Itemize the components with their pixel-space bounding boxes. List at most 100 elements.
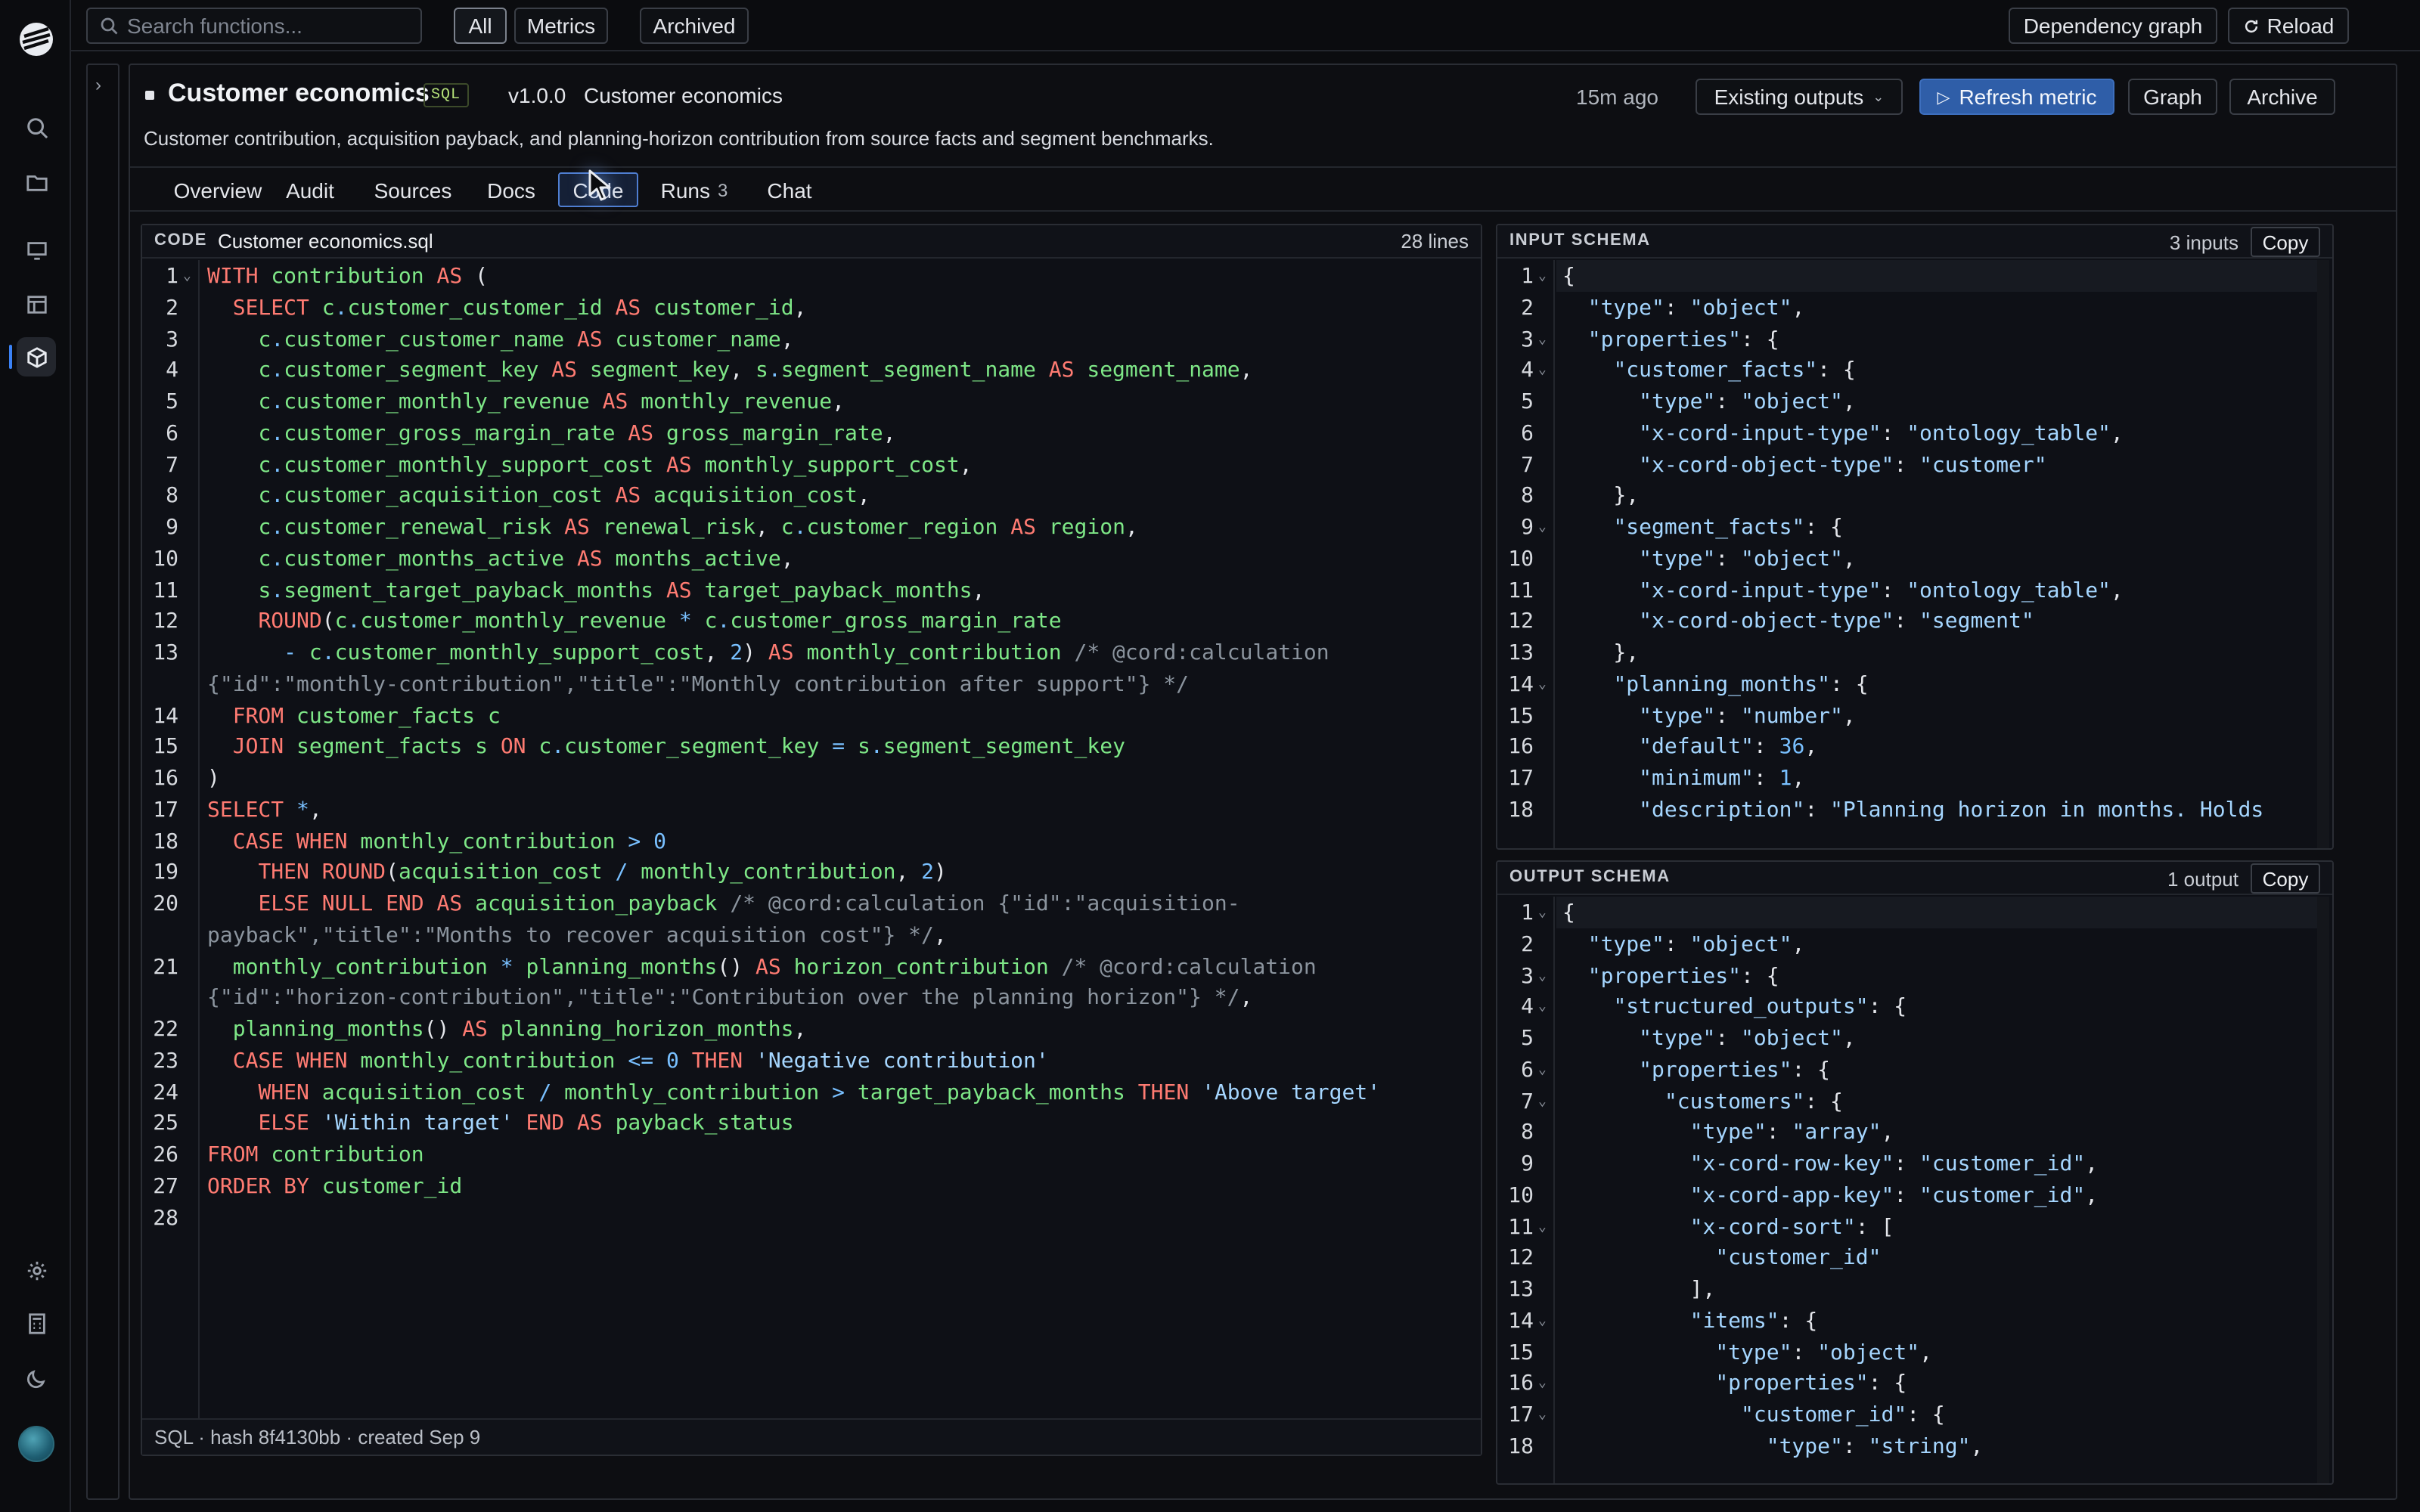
active-indicator <box>9 345 12 369</box>
line-number: 7 <box>1521 1089 1534 1114</box>
left-rail <box>0 0 71 1512</box>
line-number: 9 <box>1521 1152 1534 1176</box>
line-number: 1 <box>1521 265 1534 289</box>
code-line: "type": "object", <box>1587 932 1805 957</box>
fold-chevron-icon[interactable]: ⌄ <box>1538 1219 1547 1235</box>
fold-chevron-icon[interactable]: ⌄ <box>1538 1094 1547 1109</box>
code-label: CODE <box>154 231 207 249</box>
updated-time: 15m ago <box>1576 85 1658 109</box>
code-line: WHEN acquisition_cost / monthly_contribu… <box>258 1080 1381 1105</box>
layout-icon[interactable] <box>18 286 54 322</box>
fold-chevron-icon[interactable]: ⌄ <box>1538 269 1547 284</box>
output-schema-label: OUTPUT SCHEMA <box>1509 868 1671 886</box>
code-line: THEN ROUND(acquisition_cost / monthly_co… <box>258 860 947 885</box>
fold-chevron-icon[interactable]: ⌄ <box>1538 364 1547 379</box>
code-line: "x-cord-input-type": "ontology_table", <box>1639 421 2124 446</box>
refresh-label: Refresh metric <box>1959 85 2097 109</box>
input-schema-panel: INPUT SCHEMA 3 inputs Copy 1 ⌄ {2 "type": … <box>1496 224 2334 850</box>
fold-chevron-icon[interactable]: ⌄ <box>183 269 191 284</box>
fold-chevron-icon[interactable]: ⌄ <box>1538 906 1547 921</box>
line-number: 8 <box>1521 484 1534 509</box>
tab-docs[interactable]: Docs <box>479 172 543 207</box>
line-number: 13 <box>1508 641 1534 665</box>
moon-icon[interactable] <box>18 1359 54 1396</box>
line-number: 6 <box>1521 421 1534 446</box>
code-line: "type": "object", <box>1715 1340 1932 1365</box>
refresh-metric-button[interactable]: ▷ Refresh metric <box>1919 79 2114 115</box>
code-line: "segment_facts": { <box>1613 516 1843 540</box>
description: Customer contribution, acquisition payba… <box>144 127 1214 150</box>
code-line: "type": "number", <box>1639 704 1856 728</box>
code-editor: CODE Customer economics.sql 28 lines 1 ⌄ W… <box>141 224 1482 1456</box>
monitor-icon[interactable] <box>18 231 54 268</box>
avatar[interactable] <box>18 1426 54 1462</box>
line-number: 27 <box>153 1174 178 1199</box>
code-line: monthly_contribution * planning_months()… <box>232 955 1317 979</box>
dependency-graph-button[interactable]: Dependency graph <box>2009 8 2217 44</box>
search-box[interactable] <box>86 8 422 44</box>
search-icon[interactable] <box>18 109 54 145</box>
filter-all[interactable]: All <box>454 8 507 44</box>
fold-chevron-icon[interactable]: ⌄ <box>1538 520 1547 535</box>
tab-overview[interactable]: Overview <box>148 172 287 207</box>
tab-chat[interactable]: Chat <box>762 172 817 207</box>
code-line: c.customer_months_active AS months_activ… <box>258 547 794 572</box>
line-number: 15 <box>153 735 178 760</box>
output-scrollbar[interactable] <box>2317 897 2329 1483</box>
line-number: 15 <box>1508 704 1534 728</box>
code-line: "description": "Planning horizon in mont… <box>1639 798 2264 823</box>
settings-icon[interactable] <box>18 1252 54 1288</box>
code-line: "structured_outputs": { <box>1613 995 1907 1020</box>
code-line: "properties": { <box>1639 1058 1831 1083</box>
search-input[interactable] <box>127 14 399 38</box>
tab-runs-label: Runs <box>660 178 710 202</box>
line-number: 1 <box>1521 901 1534 925</box>
filter-metrics[interactable]: Metrics <box>514 8 608 44</box>
tab-runs[interactable]: Runs 3 <box>658 172 731 207</box>
logo-icon[interactable] <box>15 18 57 60</box>
cube-icon[interactable] <box>17 337 56 376</box>
tab-audit[interactable]: Audit <box>277 172 343 207</box>
fold-chevron-icon[interactable]: ⌄ <box>1538 1000 1547 1015</box>
existing-outputs-dropdown[interactable]: Existing outputs ⌄ <box>1696 79 1903 115</box>
line-number: 14 <box>1508 672 1534 697</box>
code-line: "minimum": 1, <box>1639 767 1805 791</box>
graph-button[interactable]: Graph <box>2128 79 2217 115</box>
code-line: "type": "object", <box>1639 547 1856 572</box>
code-line: { <box>1562 901 1575 925</box>
fold-chevron-icon[interactable]: ⌄ <box>1538 1314 1547 1329</box>
code-line: c.customer_monthly_revenue AS monthly_re… <box>258 390 845 414</box>
page-title: Customer economics <box>168 79 430 107</box>
line-number: 18 <box>1508 1434 1534 1459</box>
fold-chevron-icon[interactable]: ⌄ <box>1538 677 1547 692</box>
fold-chevron-icon[interactable]: ⌄ <box>1538 1408 1547 1423</box>
archive-button[interactable]: Archive <box>2229 79 2335 115</box>
function-header: Customer economics SQL v1.0.0 Customer e… <box>130 65 2396 168</box>
fold-chevron-icon[interactable]: ⌄ <box>1538 1377 1547 1392</box>
existing-outputs-label: Existing outputs <box>1714 85 1864 109</box>
folder-icon[interactable] <box>18 163 54 200</box>
mouse-cursor-icon <box>588 169 611 201</box>
code-line: ELSE 'Within target' END AS payback_stat… <box>258 1111 794 1136</box>
filter-archived[interactable]: Archived <box>640 8 749 44</box>
fold-chevron-icon[interactable]: ⌄ <box>1538 1063 1547 1078</box>
code-filename: Customer economics.sql <box>218 230 433 253</box>
tab-sources[interactable]: Sources <box>368 172 458 207</box>
copy-output-schema-button[interactable]: Copy <box>2251 863 2320 894</box>
fold-chevron-icon[interactable]: ⌄ <box>1538 968 1547 984</box>
line-number: 4 <box>166 358 178 383</box>
input-scrollbar[interactable] <box>2317 260 2329 848</box>
fold-chevron-icon[interactable]: ⌄ <box>1538 332 1547 347</box>
code-line: "x-cord-app-key": "customer_id", <box>1689 1183 2099 1208</box>
line-number: 11 <box>1508 578 1534 603</box>
copy-input-schema-button[interactable]: Copy <box>2251 227 2320 257</box>
line-number: 10 <box>1508 1183 1534 1208</box>
tab-bar: Overview Audit Sources Docs Code Runs3 C… <box>130 168 2396 212</box>
collapse-panel[interactable]: › <box>86 64 119 1500</box>
line-number: 7 <box>166 453 178 477</box>
reload-button[interactable]: Reload <box>2228 8 2349 44</box>
line-number: 3 <box>166 327 178 352</box>
calculator-icon[interactable] <box>18 1305 54 1341</box>
code-line: - c.customer_monthly_support_cost, 2) AS… <box>284 641 1329 665</box>
code-line: c.customer_renewal_risk AS renewal_risk,… <box>258 516 1138 540</box>
